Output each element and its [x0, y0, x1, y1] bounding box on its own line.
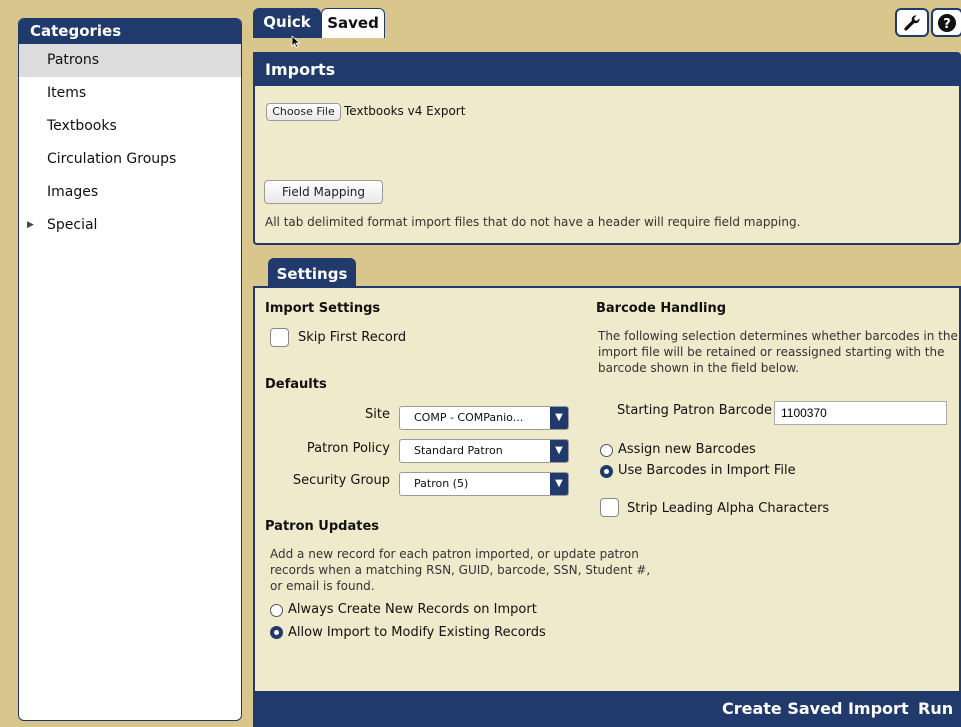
sidebar-item-textbooks[interactable]: Textbooks: [19, 110, 241, 143]
run-button[interactable]: Run: [918, 699, 953, 718]
sidebar-title: Categories: [19, 19, 241, 44]
dropdown-arrow-icon: ▼: [550, 473, 568, 495]
sidebar-item-special[interactable]: ▶ Special: [19, 209, 241, 242]
svg-text:?: ?: [943, 17, 951, 32]
allow-modify-existing-radio[interactable]: [270, 626, 283, 639]
patron-policy-label: Patron Policy: [306, 441, 390, 456]
strip-leading-alpha-checkbox[interactable]: [600, 498, 619, 517]
always-create-new-radio[interactable]: [270, 604, 283, 617]
mouse-cursor-icon: [291, 36, 301, 48]
patron-updates-description: Add a new record for each patron importe…: [270, 547, 651, 593]
site-select-value: COMP - COMPanio...: [414, 411, 524, 424]
tab-quick[interactable]: Quick: [253, 8, 321, 38]
field-mapping-button[interactable]: Field Mapping: [264, 180, 383, 204]
assign-new-barcodes-label: Assign new Barcodes: [618, 442, 756, 457]
import-settings-heading: Import Settings: [265, 301, 381, 316]
settings-wrench-button[interactable]: [895, 8, 929, 37]
skip-first-record-checkbox[interactable]: [270, 328, 289, 347]
patron-policy-select[interactable]: Standard Patron ▼: [399, 439, 569, 463]
security-group-label: Security Group: [292, 473, 390, 488]
patron-policy-select-value: Standard Patron: [414, 444, 503, 457]
skip-first-record-label: Skip First Record: [298, 330, 407, 345]
tab-settings[interactable]: Settings: [268, 258, 356, 288]
site-select[interactable]: COMP - COMPanio... ▼: [399, 406, 569, 430]
expand-triangle-icon[interactable]: ▶: [27, 209, 34, 242]
use-barcodes-in-import-radio[interactable]: [600, 465, 613, 478]
dropdown-arrow-icon: ▼: [550, 440, 568, 462]
help-button[interactable]: ?: [931, 8, 961, 37]
use-barcodes-in-import-label: Use Barcodes in Import File: [618, 463, 796, 478]
starting-patron-barcode-input[interactable]: [774, 401, 947, 425]
tab-saved[interactable]: Saved: [321, 8, 385, 38]
sidebar-item-circulation-groups[interactable]: Circulation Groups: [19, 143, 241, 176]
barcode-handling-heading: Barcode Handling: [596, 301, 727, 316]
selected-file-name: Textbooks v4 Export: [344, 104, 466, 118]
field-mapping-note: All tab delimited format import files th…: [265, 215, 801, 229]
choose-file-button[interactable]: Choose File: [266, 103, 341, 121]
defaults-heading: Defaults: [265, 377, 327, 392]
sidebar-item-items[interactable]: Items: [19, 77, 241, 110]
help-icon: ?: [938, 13, 956, 32]
strip-leading-alpha-label: Strip Leading Alpha Characters: [627, 501, 830, 516]
imports-title: Imports: [255, 54, 959, 86]
sidebar-item-images[interactable]: Images: [19, 176, 241, 209]
create-saved-import-button[interactable]: Create Saved Import: [722, 699, 909, 718]
sidebar-item-special-label: Special: [47, 217, 98, 233]
wrench-icon: [904, 14, 920, 31]
sidebar-item-patrons[interactable]: Patrons: [19, 44, 241, 77]
categories-sidebar: Categories Patrons Items Textbooks Circu…: [18, 18, 242, 721]
security-group-select[interactable]: Patron (5) ▼: [399, 472, 569, 496]
site-label: Site: [365, 407, 390, 422]
allow-modify-existing-label: Allow Import to Modify Existing Records: [288, 625, 546, 640]
starting-patron-barcode-label: Starting Patron Barcode: [617, 403, 772, 418]
patron-updates-heading: Patron Updates: [265, 519, 379, 534]
security-group-select-value: Patron (5): [414, 477, 469, 490]
assign-new-barcodes-radio[interactable]: [600, 444, 613, 457]
barcode-handling-description: The following selection determines wheth…: [598, 329, 958, 375]
dropdown-arrow-icon: ▼: [550, 407, 568, 429]
always-create-new-label: Always Create New Records on Import: [288, 602, 537, 617]
